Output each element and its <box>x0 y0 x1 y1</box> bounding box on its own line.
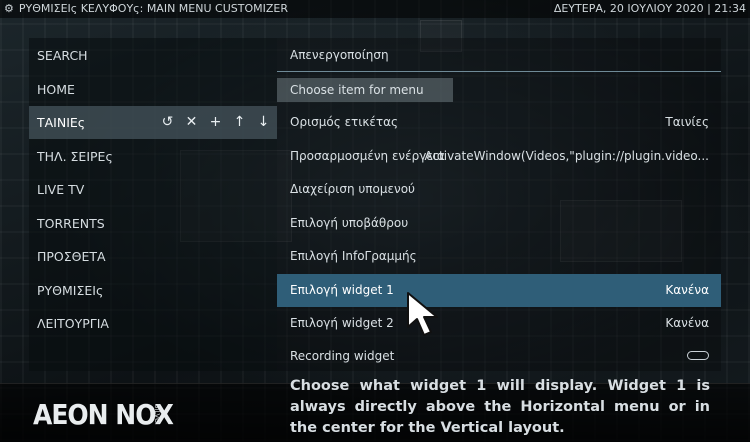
window-title: ΡΥΘΜΙΣΕΙς ΚΕΛΥΦΟΥς: MAIN MENU CUSTOMIZER <box>18 2 288 15</box>
menu-item-actions: ↺ ✕ + ↑ ↓ <box>160 106 271 139</box>
option-label: Επιλογή widget 2 <box>290 316 394 330</box>
menu-item-label: ΤΗΛ. ΣΕΙΡΕς <box>37 149 113 164</box>
menu-item-label: ΛΕΙΤΟΥΡΓΙΑ <box>37 316 109 331</box>
menu-item-live-tv[interactable]: LIVE TV <box>29 173 277 206</box>
move-up-icon[interactable]: ↑ <box>232 106 247 139</box>
option-label: Επιλογή υποβάθρου <box>290 216 409 230</box>
logo-tag: SiLVO <box>153 404 161 424</box>
option-value: Κανένα <box>665 283 709 297</box>
option-set-label[interactable]: Ορισμός ετικέτας Ταινίες <box>277 106 721 139</box>
option-label: Choose item for menu <box>290 83 424 97</box>
option-value: Κανένα <box>665 316 709 330</box>
option-label: Recording widget <box>290 349 395 363</box>
move-down-icon[interactable]: ↓ <box>256 106 271 139</box>
menu-item-function[interactable]: ΛΕΙΤΟΥΡΓΙΑ <box>29 307 277 340</box>
option-label: Απενεργοποίηση <box>290 48 389 62</box>
option-label: Ορισμός ετικέτας <box>290 115 399 129</box>
option-choose-infobar[interactable]: Επιλογή InfoΓραμμής <box>277 240 721 273</box>
menu-item-home[interactable]: HOME <box>29 73 277 106</box>
gear-icon: ⚙ <box>4 2 14 15</box>
option-custom-action[interactable]: Προσαρμοσμένη ενέργεια ActivateWindow(Vi… <box>277 140 721 173</box>
option-label: Επιλογή widget 1 <box>290 283 394 297</box>
menu-item-torrents[interactable]: TORRENTS <box>29 207 277 240</box>
option-label: Προσαρμοσμένη ενέργεια <box>290 149 445 163</box>
top-bar: ⚙ ΡΥΘΜΙΣΕΙς ΚΕΛΥΦΟΥς: MAIN MENU CUSTOMIZ… <box>0 0 750 18</box>
option-label: Επιλογή InfoΓραμμής <box>290 249 417 263</box>
menu-item-label: TORRENTS <box>37 216 105 231</box>
menu-item-search[interactable]: SEARCH <box>29 39 277 72</box>
reset-icon[interactable]: ↺ <box>160 106 175 139</box>
option-value: Ταινίες <box>665 115 709 129</box>
option-label: Διαχείριση υπομενού <box>290 182 415 196</box>
option-description: Choose what widget 1 will display. Widge… <box>290 378 710 436</box>
menu-item-label: ΡΥΘΜΙΣΕΙς <box>37 283 104 298</box>
option-value: ActivateWindow(Videos,"plugin://plugin.v… <box>424 149 709 163</box>
menu-item-label: LIVE TV <box>37 182 85 197</box>
option-choose-item[interactable]: Choose item for menu <box>277 78 453 102</box>
menu-item-label: ΤΑΙΝΙΕς <box>37 115 86 130</box>
menu-item-addons[interactable]: ΠΡΟΣΘΕΤΑ <box>29 240 277 273</box>
option-choose-background[interactable]: Επιλογή υποβάθρου <box>277 207 721 240</box>
add-icon[interactable]: + <box>208 106 223 139</box>
option-widget-2[interactable]: Επιλογή widget 2 Κανένα <box>277 307 721 340</box>
recording-widget-toggle[interactable] <box>687 351 709 360</box>
option-recording-widget[interactable]: Recording widget <box>277 340 721 373</box>
menu-item-tv-shows[interactable]: ΤΗΛ. ΣΕΙΡΕς <box>29 140 277 173</box>
date-time: ΔΕΥΤΕΡΑ, 20 ΙΟΥΛΙΟΥ 2020 | 21:34 <box>553 2 746 15</box>
close-icon[interactable]: ✕ <box>184 106 199 139</box>
menu-item-label: ΠΡΟΣΘΕΤΑ <box>37 249 106 264</box>
mouse-pointer-icon <box>407 292 438 336</box>
option-disable[interactable]: Απενεργοποίηση <box>277 39 721 72</box>
option-manage-submenu[interactable]: Διαχείριση υπομενού <box>277 173 721 206</box>
menu-item-movies[interactable]: ΤΑΙΝΙΕς ↺ ✕ + ↑ ↓ <box>29 106 277 139</box>
option-widget-1[interactable]: Επιλογή widget 1 Κανένα <box>277 274 721 307</box>
menu-item-settings[interactable]: ΡΥΘΜΙΣΕΙς <box>29 274 277 307</box>
menu-item-label: HOME <box>37 82 75 97</box>
menu-item-label: SEARCH <box>37 48 88 63</box>
